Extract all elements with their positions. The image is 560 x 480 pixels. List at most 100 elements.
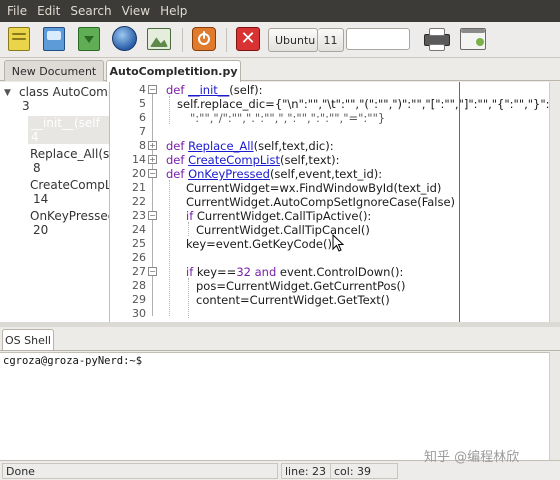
indent-guide [169,96,170,124]
tree-node-label: __init__(self [31,116,100,130]
code-line: ":"","/":"",".":"",",":"",":":"","=":""} [190,111,386,125]
os-shell-terminal[interactable]: cgroza@groza-pyNerd:~$ [0,352,549,460]
fold-collapse-icon[interactable]: − [148,211,157,220]
line-number: 27 [132,265,146,278]
code-line: content=CurrentWidget.GetText() [196,293,390,307]
fold-collapse-icon[interactable]: − [148,85,157,94]
tree-node-line: 8 [33,161,41,175]
fold-margin-line [152,88,153,316]
code-line: def CreateCompList(self,text): [166,153,340,167]
line-number: 7 [139,125,146,138]
fold-collapse-icon[interactable]: − [148,169,157,178]
line-number: 14 [132,153,146,166]
code-text: CurrentWidget.CallTipActive(): [193,209,372,223]
line-number: 30 [132,307,146,320]
toolbar-separator [226,28,227,52]
line-number: 26 [132,251,146,264]
tree-node-on-key-pressed[interactable]: OnKeyPressed [30,209,109,223]
indent-guide [169,180,170,316]
tab-autocompletition[interactable]: AutoCompletition.py [106,60,241,82]
code-text: event.ControlDown(): [276,265,404,279]
line-number: 22 [132,195,146,208]
status-line: line: 23 [281,463,331,479]
new-document-button[interactable] [5,25,33,53]
toolbar-separator [182,28,183,52]
status-column: col: 39 [330,463,398,479]
status-message: Done [2,463,278,479]
menu-file[interactable]: File [2,4,32,18]
shell-tabs: OS Shell [0,327,560,351]
preferences-button[interactable] [458,25,486,53]
fold-expand-icon[interactable]: + [148,155,157,164]
code-line: key=event.GetKeyCode() [186,237,332,251]
tab-new-document[interactable]: New Document [4,60,104,81]
indent-guide [188,222,189,236]
fold-collapse-icon[interactable]: + [148,141,157,150]
tree-node-init[interactable]: __init__(self 4 [28,116,109,144]
menu-view[interactable]: View [117,4,155,18]
menu-bar: File Edit Search View Help [0,0,560,22]
line-number: 4 [139,83,146,96]
code-line: CurrentWidget.AutoCompSetIgnoreCase(Fals… [186,195,456,209]
indent-guide [188,278,189,318]
function-name: CreateCompList [188,153,280,167]
keyword: def [166,153,185,167]
line-number: 5 [139,97,146,110]
code-editor[interactable]: 4 5 6 7 8 14 20 21 22 23 24 25 26 27 28 … [110,82,560,322]
menu-edit[interactable]: Edit [32,4,65,18]
watermark-text: 知乎 @编程林欣 [424,450,520,465]
print-button[interactable] [422,25,450,53]
code-text: (self,text): [279,153,340,167]
tree-expander-icon[interactable]: ▼ [4,88,11,98]
tree-node-replace-all[interactable]: Replace_All(se [30,147,109,161]
tab-os-shell[interactable]: OS Shell [2,329,54,350]
code-line: def OnKeyPressed(self,event,text_id): [166,167,382,181]
code-text: (self): [229,83,263,97]
line-number: 6 [139,111,146,124]
menu-help[interactable]: Help [155,4,192,18]
document-tabs: New Document AutoCompletition.py [0,59,560,82]
line-number: 28 [132,279,146,292]
editor-vertical-scrollbar[interactable] [549,82,560,322]
power-button[interactable] [190,25,218,53]
globe-icon [112,26,137,51]
menu-search[interactable]: Search [65,4,116,18]
tree-node-line: 3 [22,99,30,113]
toolbar: ✕ Ubuntu 11 [0,22,560,58]
code-line: def __init__(self): [166,83,262,97]
shell-prompt: cgroza@groza-pyNerd:~$ [3,355,143,367]
shell-vertical-scrollbar[interactable] [549,352,560,460]
keyword: def [166,167,185,181]
line-number: 23 [132,209,146,222]
tree-node-create-comp-list[interactable]: CreateCompLi [30,178,109,192]
fold-collapse-icon[interactable]: − [148,267,157,276]
tree-node-class[interactable]: class AutoCompl [19,85,109,99]
close-button[interactable]: ✕ [234,25,262,53]
keyword: def [166,139,185,153]
code-line: pos=CurrentWidget.GetCurrentPos() [196,279,406,293]
save-file-button[interactable] [75,25,103,53]
function-name: Replace_All [188,139,254,153]
code-text: (self,event,text_id): [269,167,383,181]
code-text: (self,text,dic): [253,139,334,153]
function-name: __init__ [188,83,230,97]
code-line: def Replace_All(self,text,dic): [166,139,334,153]
search-input[interactable] [346,28,410,50]
line-number: 24 [132,223,146,236]
font-size-select[interactable]: 11 [318,28,344,52]
code-line: if CurrentWidget.CallTipActive(): [186,209,371,223]
code-line: if key==32 and event.ControlDown(): [186,265,403,279]
font-select[interactable]: Ubuntu [268,28,318,52]
line-number: 8 [139,139,146,152]
globe-button[interactable] [110,25,138,53]
line-number: 29 [132,293,146,306]
keyword: and [250,265,277,279]
number-literal: 32 [236,265,251,279]
line-number: 25 [132,237,146,250]
close-icon: ✕ [236,27,260,51]
tree-node-line: 14 [33,192,49,206]
image-button[interactable] [145,25,173,53]
code-text: key== [193,265,237,279]
line-number: 21 [132,181,146,194]
open-file-button[interactable] [40,25,68,53]
